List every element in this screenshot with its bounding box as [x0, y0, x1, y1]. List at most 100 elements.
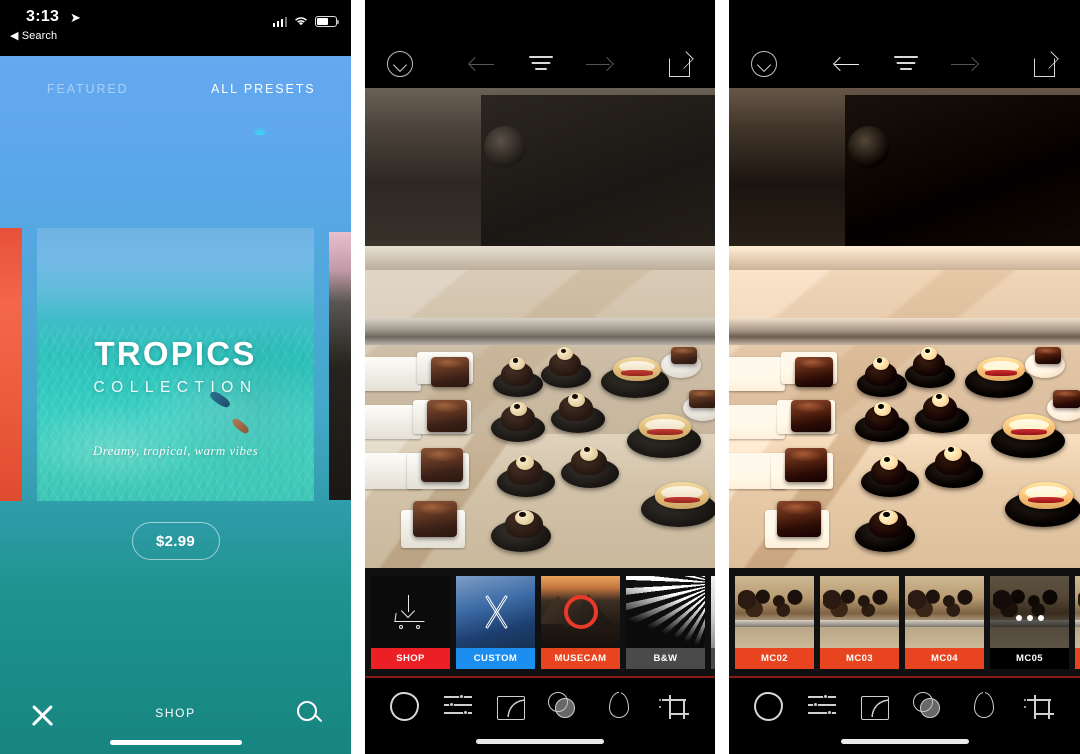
- phone-editor-original: SHOP CUSTOM MUSECAM B&W E: [365, 0, 715, 754]
- sliders-icon[interactable]: [805, 688, 839, 722]
- preset-label: SHOP: [371, 647, 450, 669]
- brownie-item: [791, 400, 831, 432]
- droplet-icon[interactable]: [967, 688, 1001, 722]
- cream-tart: [1019, 481, 1073, 509]
- preset-tile-next[interactable]: E: [711, 575, 715, 669]
- cream-rosette: [944, 445, 962, 461]
- brownie-item: [795, 356, 833, 387]
- cream-tart: [977, 356, 1025, 381]
- crop-icon[interactable]: [658, 691, 690, 721]
- preset-thumb: [735, 575, 814, 648]
- preset-tile-mc06[interactable]: MC0: [1075, 575, 1080, 669]
- droplet-icon[interactable]: [602, 688, 636, 722]
- photo-background-wall: [365, 88, 715, 261]
- preset-tile-mc04[interactable]: MC04: [905, 575, 984, 669]
- cellular-signal-icon: [272, 16, 287, 27]
- cream-tart: [639, 414, 691, 441]
- red-ring-icon: [563, 594, 598, 629]
- brownie-item: [777, 500, 821, 537]
- aperture-icon[interactable]: [389, 692, 419, 721]
- cream-tart: [1003, 414, 1055, 441]
- share-export-icon[interactable]: [1034, 52, 1058, 77]
- share-export-icon[interactable]: [669, 52, 693, 77]
- search-icon[interactable]: [297, 701, 323, 727]
- crop-icon[interactable]: [1023, 691, 1055, 721]
- brownie-item: [413, 500, 457, 537]
- redo-arrow-right-icon[interactable]: [584, 53, 614, 75]
- curve-icon[interactable]: [861, 695, 889, 720]
- status-indicators: [272, 15, 340, 27]
- chevron-down-circle-icon[interactable]: [387, 51, 413, 77]
- price-buy-button[interactable]: $2.99: [131, 522, 220, 560]
- brownie-item: [421, 448, 463, 482]
- sliders-icon[interactable]: [441, 688, 475, 722]
- preset-thumb: [1075, 575, 1080, 648]
- tab-all-presets[interactable]: ALL PRESETS: [176, 56, 352, 122]
- curve-icon[interactable]: [496, 695, 525, 720]
- back-to-search-link[interactable]: ◀ Search: [10, 29, 57, 42]
- editor-bottom-toolbar: [729, 678, 1080, 754]
- phone-editor-filtered: MC02 MC03 MC04 MC05 MC0: [729, 0, 1080, 754]
- photo-background-wall: [729, 88, 1080, 261]
- photo-canvas[interactable]: [365, 88, 715, 568]
- carousel-card-previous[interactable]: [0, 228, 22, 501]
- status-time: 3:13: [26, 8, 60, 25]
- preset-tile-bw[interactable]: B&W: [626, 575, 705, 669]
- undo-arrow-left-icon[interactable]: [468, 53, 498, 75]
- battery-icon: [315, 16, 340, 27]
- tab-indicator: [252, 126, 268, 135]
- editor-screen: MC02 MC03 MC04 MC05 MC0: [729, 0, 1080, 754]
- undo-arrow-left-icon[interactable]: [833, 53, 863, 75]
- preset-strip[interactable]: SHOP CUSTOM MUSECAM B&W E: [365, 568, 715, 676]
- cream-rosette: [932, 392, 949, 407]
- collection-carousel[interactable]: TROPICS COLLECTION Dreamy, tropical, war…: [0, 228, 351, 506]
- brownie-item: [427, 400, 467, 432]
- preset-tile-mc02[interactable]: MC02: [735, 575, 814, 669]
- preset-label: MC03: [820, 647, 899, 669]
- pastry-tray: [729, 356, 785, 391]
- home-indicator: [476, 739, 604, 744]
- brush-pencil-icon: [476, 592, 516, 632]
- photo-canvas[interactable]: [729, 88, 1080, 568]
- pastry-tray: [365, 356, 421, 391]
- collection-title: TROPICS: [94, 335, 257, 372]
- photo-metal-rail: [729, 318, 1080, 345]
- preset-strip[interactable]: MC02 MC03 MC04 MC05 MC0: [729, 568, 1080, 676]
- brownie-item: [1053, 390, 1080, 409]
- preset-label: CUSTOM: [456, 647, 535, 669]
- overlapping-circles-icon[interactable]: [546, 688, 580, 722]
- editor-top-toolbar: [365, 0, 715, 88]
- shop-tabs: FEATURED ALL PRESETS: [0, 56, 351, 122]
- aperture-icon[interactable]: [754, 692, 783, 721]
- editor-bottom-toolbar: [365, 678, 715, 754]
- preset-label: MC05: [990, 647, 1069, 669]
- editor-screen: SHOP CUSTOM MUSECAM B&W E: [365, 0, 715, 754]
- preset-label: E: [711, 647, 715, 669]
- collection-card-tropics[interactable]: TROPICS COLLECTION Dreamy, tropical, war…: [37, 228, 314, 501]
- compare-lines-icon[interactable]: [524, 53, 558, 75]
- redo-arrow-right-icon[interactable]: [949, 53, 979, 75]
- cream-tart: [613, 356, 661, 381]
- location-arrow-icon: ➤: [70, 10, 81, 25]
- preset-thumb: [371, 575, 450, 648]
- brownie-item: [689, 390, 715, 409]
- preset-tile-shop[interactable]: SHOP: [371, 575, 450, 669]
- compare-lines-icon[interactable]: [889, 53, 923, 75]
- overlapping-circles-icon[interactable]: [911, 688, 945, 722]
- preset-thumb: [541, 575, 620, 648]
- carousel-card-next[interactable]: [329, 232, 351, 500]
- preset-label: MC04: [905, 647, 984, 669]
- preset-label: MC02: [735, 647, 814, 669]
- preset-tile-mc03[interactable]: MC03: [820, 575, 899, 669]
- chevron-down-circle-icon[interactable]: [751, 51, 777, 77]
- preset-tile-custom[interactable]: CUSTOM: [456, 575, 535, 669]
- preset-tile-musecam[interactable]: MUSECAM: [541, 575, 620, 669]
- cream-rosette: [509, 356, 525, 370]
- preset-thumb: [990, 575, 1069, 648]
- preset-label: MC0: [1075, 647, 1080, 669]
- three-dots-loading-icon: [1015, 615, 1044, 622]
- shop-bottom-bar: SHOP: [0, 682, 351, 754]
- cream-tart: [655, 481, 709, 509]
- tab-featured[interactable]: FEATURED: [0, 56, 176, 122]
- preset-tile-mc05[interactable]: MC05: [990, 575, 1069, 669]
